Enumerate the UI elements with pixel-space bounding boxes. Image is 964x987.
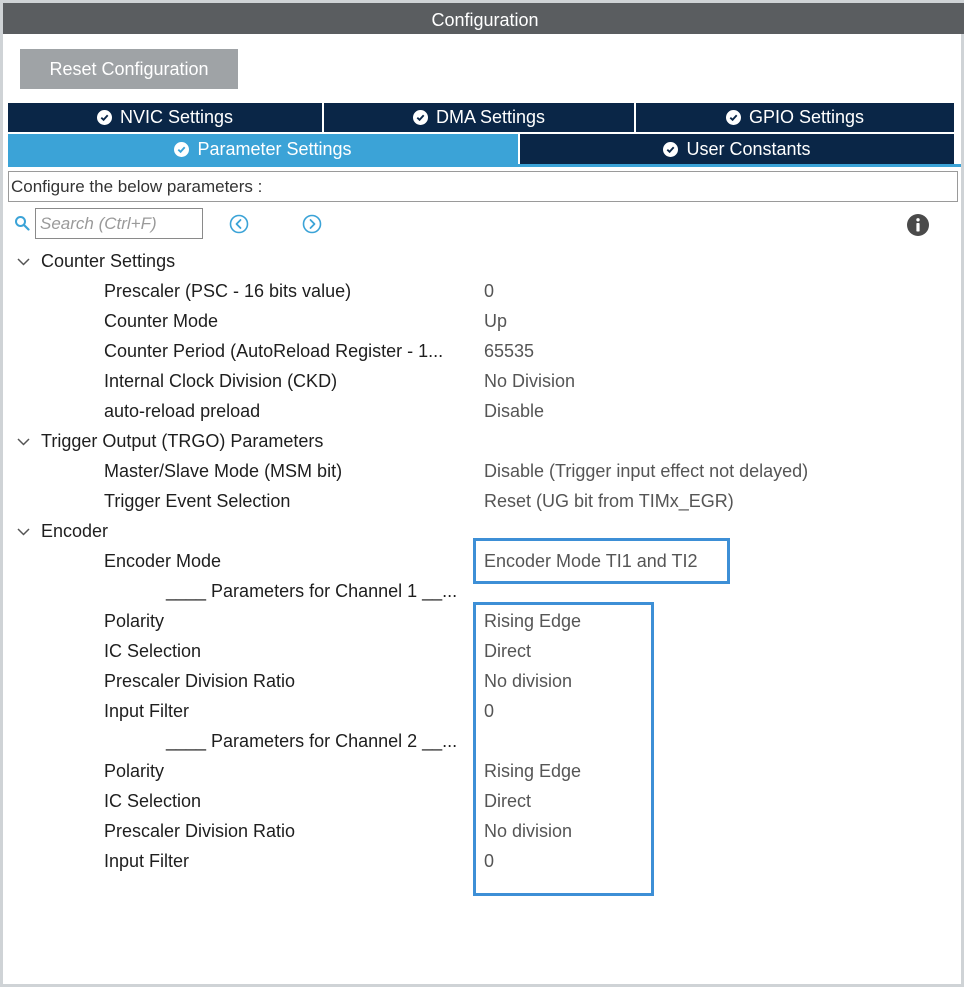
encoder-mode-highlight-box: [473, 538, 730, 584]
check-circle-icon: [96, 110, 112, 125]
param-label[interactable]: Prescaler Division Ratio: [104, 821, 295, 842]
param-value[interactable]: Disable: [484, 401, 544, 422]
param-label[interactable]: Prescaler (PSC - 16 bits value): [104, 281, 351, 302]
param-label[interactable]: Trigger Event Selection: [104, 491, 290, 512]
param-label[interactable]: Polarity: [104, 761, 164, 782]
param-value[interactable]: 0: [484, 281, 494, 302]
group-encoder[interactable]: Encoder: [16, 516, 108, 546]
tab-label: GPIO Settings: [748, 107, 865, 127]
group-title: Counter Settings: [41, 250, 176, 271]
search-icon[interactable]: [14, 215, 30, 231]
param-label[interactable]: Input Filter: [104, 701, 189, 722]
channel-values-highlight-box: [473, 602, 654, 896]
param-value[interactable]: 65535: [484, 341, 534, 362]
tab-gpio-settings[interactable]: GPIO Settings: [636, 103, 954, 132]
channel-1-header: ____ Parameters for Channel 1 __...: [166, 581, 458, 601]
param-label[interactable]: Counter Mode: [104, 311, 218, 332]
param-value[interactable]: No Division: [484, 371, 575, 392]
param-label[interactable]: IC Selection: [104, 791, 201, 812]
check-circle-icon: [412, 110, 428, 125]
group-counter-settings[interactable]: Counter Settings: [16, 246, 175, 276]
param-label[interactable]: auto-reload preload: [104, 401, 260, 422]
group-title: Trigger Output (TRGO) Parameters: [41, 430, 324, 451]
tab-label: NVIC Settings: [119, 107, 234, 127]
param-label[interactable]: Master/Slave Mode (MSM bit): [104, 461, 342, 482]
chevron-right-circle-icon[interactable]: [302, 214, 322, 234]
param-value[interactable]: Reset (UG bit from TIMx_EGR): [484, 491, 734, 512]
chevron-left-circle-icon[interactable]: [229, 214, 249, 234]
param-label[interactable]: Polarity: [104, 611, 164, 632]
tab-label: DMA Settings: [435, 107, 546, 127]
tab-dma-settings[interactable]: DMA Settings: [324, 103, 634, 132]
param-label[interactable]: Internal Clock Division (CKD): [104, 371, 337, 392]
tab-user-constants[interactable]: User Constants: [520, 134, 954, 164]
param-label[interactable]: Prescaler Division Ratio: [104, 671, 295, 692]
panel-title: Configuration: [3, 0, 964, 34]
check-circle-icon: [725, 110, 741, 125]
info-icon[interactable]: [906, 213, 930, 237]
tab-parameter-settings[interactable]: Parameter Settings: [8, 134, 518, 164]
param-value[interactable]: Up: [484, 311, 507, 332]
configuration-panel: Configuration Reset Configuration NVIC S…: [0, 0, 964, 987]
reset-configuration-button[interactable]: Reset Configuration: [20, 49, 238, 89]
tab-label: User Constants: [686, 138, 811, 159]
group-trigger-output[interactable]: Trigger Output (TRGO) Parameters: [16, 426, 323, 456]
param-value[interactable]: Disable (Trigger input effect not delaye…: [484, 461, 808, 482]
param-label[interactable]: IC Selection: [104, 641, 201, 662]
param-label[interactable]: Counter Period (AutoReload Register - 1.…: [104, 341, 443, 362]
active-tab-underline: [8, 164, 961, 167]
chevron-down-icon: [17, 527, 30, 536]
search-input[interactable]: [35, 208, 203, 239]
chevron-down-icon: [17, 257, 30, 266]
tab-label: Parameter Settings: [197, 138, 352, 159]
channel-2-header: ____ Parameters for Channel 2 __...: [166, 731, 458, 751]
param-label[interactable]: Input Filter: [104, 851, 189, 872]
check-circle-icon: [663, 141, 679, 157]
parameters-description: Configure the below parameters :: [8, 171, 958, 202]
chevron-down-icon: [17, 437, 30, 446]
param-label[interactable]: Encoder Mode: [104, 551, 221, 572]
tab-nvic-settings[interactable]: NVIC Settings: [8, 103, 322, 132]
check-circle-icon: [174, 141, 190, 157]
group-title: Encoder: [41, 520, 109, 541]
